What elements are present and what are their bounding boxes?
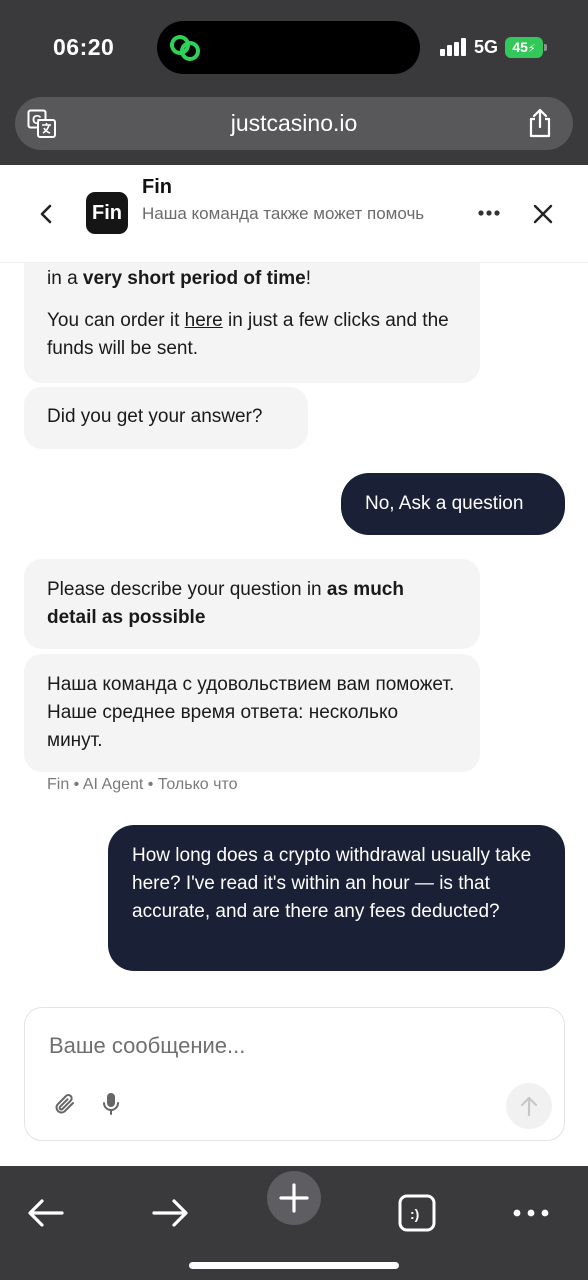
url-text[interactable]: justcasino.io [15, 110, 573, 137]
bot-message-describe-question: Please describe your question in as much… [24, 559, 480, 649]
network-type: 5G [474, 37, 499, 57]
home-indicator [189, 1262, 399, 1269]
bot-message-answer-check: Did you get your answer? [24, 387, 308, 449]
battery-indicator: 45⚡︎ [505, 37, 547, 58]
message-composer [24, 1007, 565, 1141]
message-text: Наша команда с удовольствием вам поможет… [47, 674, 455, 751]
chat-header: Fin Fin Наша команда также может помочь [0, 165, 588, 263]
link-rings-icon [170, 35, 200, 61]
message-meta: Fin • AI Agent • Только что [47, 776, 238, 793]
browser-top-chrome: 06:20 5G 45⚡︎ G justcasino.io [0, 0, 588, 165]
signal-strength-icon [440, 38, 468, 56]
user-message-withdrawal-question: How long does a crypto withdrawal usuall… [108, 825, 565, 971]
message-text: No, Ask a question [365, 493, 524, 514]
send-button[interactable] [506, 1083, 552, 1129]
address-bar[interactable]: G justcasino.io [15, 97, 573, 150]
fin-logo: Fin [86, 192, 128, 234]
tabs-icon[interactable]: :) [389, 1181, 445, 1237]
close-icon[interactable] [532, 203, 554, 225]
back-arrow-icon[interactable] [18, 1181, 74, 1237]
status-bar: 06:20 5G 45⚡︎ [0, 0, 588, 95]
arrow-up-icon [520, 1096, 538, 1117]
agent-name: Fin [142, 176, 172, 198]
message-line: in a very short period of time! [47, 265, 456, 293]
forward-arrow-icon[interactable] [142, 1181, 198, 1237]
message-text: You can order it [47, 310, 185, 331]
status-time: 06:20 [53, 34, 115, 60]
agent-subtitle: Наша команда также может помочь [142, 204, 425, 223]
message-list: in a very short period of time! You can … [0, 263, 588, 1000]
chevron-left-icon[interactable] [36, 203, 56, 225]
more-icon[interactable] [503, 1181, 559, 1237]
battery-level: 45 [512, 39, 528, 55]
bot-message-withdrawal-info: in a very short period of time! You can … [24, 263, 480, 383]
message-text: ! [305, 268, 311, 289]
message-text: Please describe your question in [47, 579, 327, 600]
message-bold-text: very short period of time [82, 268, 306, 289]
microphone-icon[interactable] [101, 1091, 121, 1117]
share-icon[interactable] [527, 108, 553, 138]
message-text: How long does a crypto withdrawal usuall… [132, 845, 532, 922]
message-line: You can order it here in just a few clic… [47, 307, 456, 363]
new-tab-button[interactable] [267, 1171, 321, 1225]
dynamic-island [157, 21, 420, 74]
tabs-badge: :) [410, 1206, 419, 1222]
plus-icon [279, 1183, 309, 1213]
browser-bottom-toolbar: :) [0, 1166, 588, 1280]
message-input[interactable] [49, 1030, 529, 1062]
more-options-icon[interactable] [477, 209, 501, 217]
paperclip-icon[interactable] [53, 1092, 77, 1116]
order-here-link[interactable]: here [185, 310, 223, 331]
message-text: in a [47, 268, 83, 289]
message-text: Did you get your answer? [47, 406, 263, 427]
bot-message-team-reply-time: Наша команда с удовольствием вам поможет… [24, 654, 480, 772]
user-message-ask-question: No, Ask a question [341, 473, 565, 535]
